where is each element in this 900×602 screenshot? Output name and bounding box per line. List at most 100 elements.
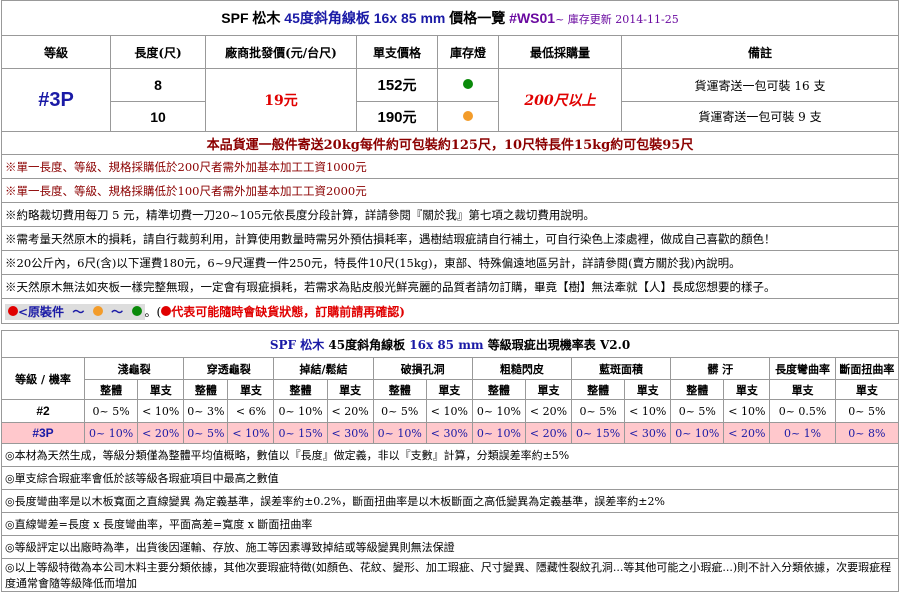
defect-rate-cell: 0~ 3% xyxy=(183,399,229,423)
legend-label: <原裝件 ～ ～ xyxy=(5,303,145,320)
sub-header-single: 單支 xyxy=(834,379,900,400)
title-code: #WS01 xyxy=(509,10,556,26)
defect-category-header: 斷面扭曲率 xyxy=(834,357,900,380)
title-species: SPF 松木 xyxy=(221,10,281,26)
legend-tilde: ～ xyxy=(111,304,124,319)
note-line: ※約略裁切費用每刀 5 元，精準切費一刀20~105元依長度分段計算，詳請參閱『… xyxy=(1,202,899,227)
defect-rate-cell: < 20% xyxy=(525,399,572,423)
title-product: 45度斜角線板 xyxy=(284,10,370,26)
defect-rate-cell: 0~ 10% xyxy=(670,422,725,444)
legend-label-text: <原裝件 xyxy=(18,304,65,319)
sub-header-whole: 整體 xyxy=(570,379,626,400)
note-line: ※單一長度、等級、規格採購低於200尺者需外加基本加工工資1000元 xyxy=(1,154,899,179)
defect-rate-cell: < 30% xyxy=(326,422,374,444)
sub-header-single: 單支 xyxy=(425,379,473,400)
defect-footnote: ◎長度彎曲率是以木板寬面之直線變異 為定義基準，誤差率約±0.2%，斷面扭曲率是… xyxy=(1,489,899,513)
unit-price-currency: 元 xyxy=(402,78,417,94)
defect-rate-cell: < 30% xyxy=(624,422,672,444)
defect-title-rest: 等級瑕疵出現機率表 V2.0 xyxy=(487,337,631,352)
unit-price-currency: 元 xyxy=(402,109,417,126)
defect-rate-cell: 0~ 10% xyxy=(372,422,427,444)
defect-rate-cell: 0~ 5% xyxy=(83,399,139,423)
defect-rate-cell: 0~ 5% xyxy=(372,399,427,423)
title-price-list: 價格一覽 xyxy=(449,10,506,26)
defect-footnote: ◎單支綜合瑕疵率會低於該等級各瑕疵項目中最高之數值 xyxy=(1,466,899,490)
sub-header-whole: 整體 xyxy=(273,379,328,400)
defect-rate-cell: 0~ 5% xyxy=(834,399,900,423)
defect-grade-cell: #3P xyxy=(1,422,85,444)
defect-corner-header: 等級 / 機率 xyxy=(1,357,85,400)
sub-header-single: 單支 xyxy=(769,379,836,400)
wholesale-price: 19元 xyxy=(205,68,357,132)
defect-rate-cell: 0~ 10% xyxy=(83,422,139,444)
header-min-qty: 最低採購量 xyxy=(498,35,622,69)
header-unit-price: 單支價格 xyxy=(356,35,438,69)
defect-grade-cell: #2 xyxy=(1,399,85,423)
sub-header-single: 單支 xyxy=(525,379,572,400)
defect-category-header: 掉結/鬆結 xyxy=(273,357,374,380)
defect-rate-cell: 0~ 15% xyxy=(570,422,626,444)
defect-rate-cell: 0~ 5% xyxy=(570,399,626,423)
title-size: 16x 85 mm xyxy=(373,10,446,26)
defect-table: SPF 松木 45度斜角線板 16x 85 mm 等級瑕疵出現機率表 V2.0 … xyxy=(1,330,900,592)
page-title: SPF 松木 45度斜角線板 16x 85 mm 價格一覽 #WS01~ 庫存更… xyxy=(1,0,899,36)
header-grade: 等級 xyxy=(1,35,111,69)
defect-rate-cell: < 10% xyxy=(227,422,275,444)
sub-header-single: 單支 xyxy=(624,379,672,400)
note-line: ※20公斤內，6尺(含)以下運費180元，6~9尺運費一件250元，特長件10尺… xyxy=(1,250,899,275)
defect-rate-cell: 0~ 10% xyxy=(471,399,527,423)
grade-cell: #3P xyxy=(1,68,111,132)
legend-close: ) xyxy=(399,304,405,319)
defect-category-header: 髒 汙 xyxy=(670,357,771,380)
defect-footnote: ◎本材為天然生成，等級分類僅為整體平均值概略，數值以『長度』做定義，非以『支數』… xyxy=(1,443,899,467)
defect-category-header: 粗糙閃皮 xyxy=(471,357,572,380)
stock-update: ~ 庫存更新 2014-11-25 xyxy=(555,13,679,26)
sub-header-whole: 整體 xyxy=(670,379,725,400)
defect-rate-cell: 0~ 15% xyxy=(273,422,328,444)
defect-rate-cell: 0~ 10% xyxy=(273,399,328,423)
defect-category-header: 淺龜裂 xyxy=(83,357,185,380)
defect-rate-cell: 0~ 1% xyxy=(769,422,836,444)
defect-category-header: 破損孔洞 xyxy=(372,357,473,380)
sub-header-whole: 整體 xyxy=(183,379,229,400)
defect-rate-cell: < 20% xyxy=(723,422,771,444)
defect-category-header: 穿透龜裂 xyxy=(183,357,275,380)
sub-header-whole: 整體 xyxy=(471,379,527,400)
defect-rate-cell: 0~ 8% xyxy=(834,422,900,444)
defect-rate-cell: < 10% xyxy=(425,399,473,423)
legend-warning: 代表可能隨時會缺貨狀態，訂購前請再確認 xyxy=(171,304,400,319)
defect-rate-cell: 0~ 10% xyxy=(471,422,527,444)
sub-header-single: 單支 xyxy=(723,379,771,400)
min-order-qty: 200尺以上 xyxy=(498,68,622,132)
defect-rate-cell: < 6% xyxy=(227,399,275,423)
note-line: ※天然原木無法如夾板一樣完整無瑕，一定會有瑕疵損耗，若需求為貼皮般光鮮亮麗的品質… xyxy=(1,274,899,299)
header-length: 長度(尺) xyxy=(110,35,206,69)
stock-light-green-icon xyxy=(463,79,473,89)
unit-price-cell: 190元 xyxy=(356,101,438,132)
unit-price-cell: 152元 xyxy=(356,68,438,102)
defect-rate-cell: < 20% xyxy=(137,422,185,444)
defect-rate-cell: < 10% xyxy=(137,399,185,423)
sub-header-single: 單支 xyxy=(227,379,275,400)
header-note: 備註 xyxy=(621,35,899,69)
defect-table-title: SPF 松木 45度斜角線板 16x 85 mm 等級瑕疵出現機率表 V2.0 xyxy=(1,330,899,358)
note-line: ※需考量天然原木的損耗，請自行裁剪利用，計算使用數量時需另外預估損耗率，遇樹結瑕… xyxy=(1,226,899,251)
length-cell: 10 xyxy=(110,101,206,132)
unit-price-number: 152 xyxy=(377,77,403,94)
defect-rate-cell: < 10% xyxy=(723,399,771,423)
legend-orange-dot-icon xyxy=(92,305,103,316)
note-cell: 貨運寄送一包可裝 16 支 xyxy=(621,68,899,102)
defect-category-header: 藍斑面積 xyxy=(570,357,672,380)
legend-tilde: ～ xyxy=(72,304,85,319)
stock-cell xyxy=(437,68,499,102)
legend-red-dot-icon xyxy=(8,305,18,316)
note-cell: 貨運寄送一包可裝 9 支 xyxy=(621,101,899,132)
defect-category-header: 長度彎曲率 xyxy=(769,357,836,380)
defect-rate-cell: < 20% xyxy=(525,422,572,444)
legend-green-dot-icon xyxy=(131,305,142,316)
note-line: ※單一長度、等級、規格採購低於100尺者需外加基本加工工資2000元 xyxy=(1,178,899,203)
defect-footnote: ◎直線彎差=長度 x 長度彎曲率，平面高差=寬度 x 斷面扭曲率 xyxy=(1,512,899,536)
defect-rate-cell: < 10% xyxy=(624,399,672,423)
header-wholesale: 廠商批發價(元/台尺) xyxy=(205,35,357,69)
sub-header-single: 單支 xyxy=(326,379,374,400)
